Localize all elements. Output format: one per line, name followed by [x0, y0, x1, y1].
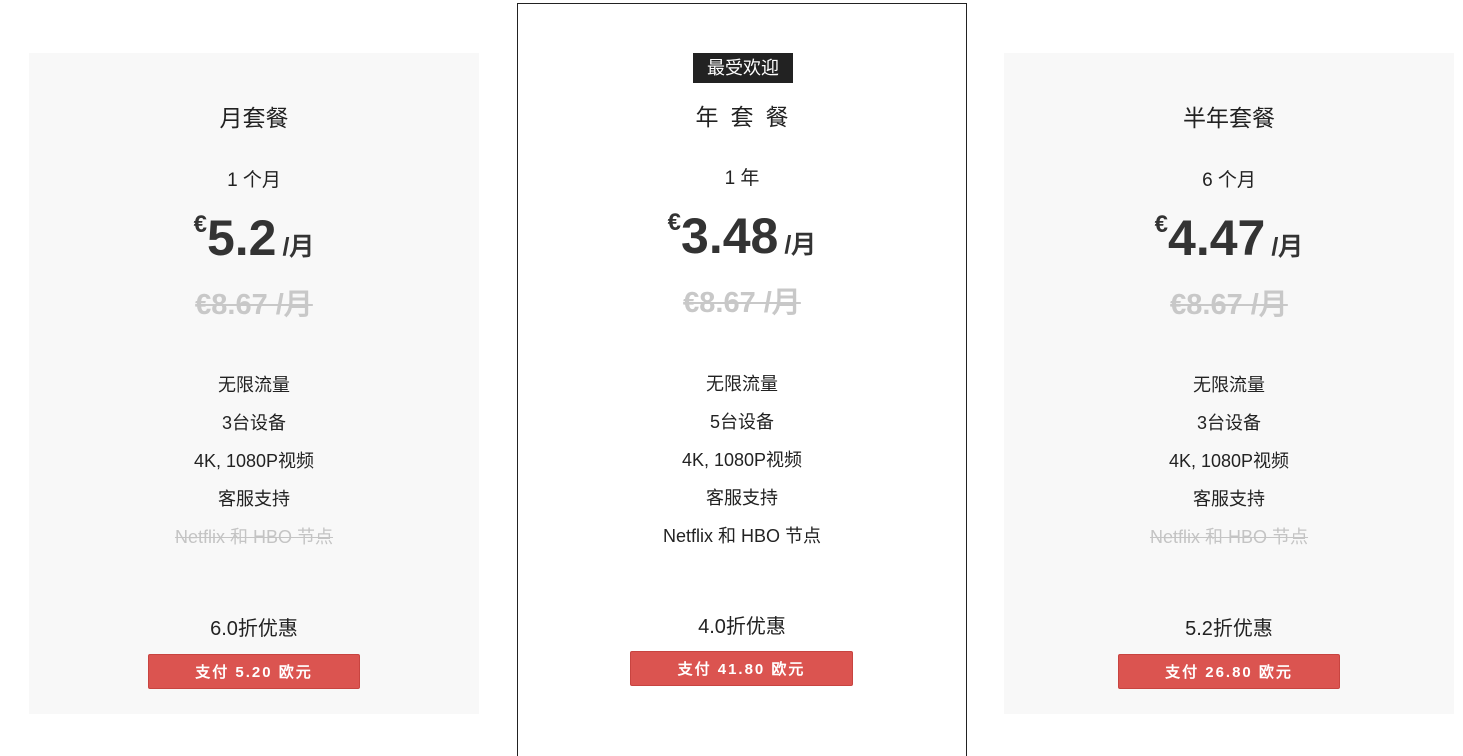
discount-label: 4.0折优惠: [698, 616, 786, 638]
plan-duration: 6 个月: [1202, 170, 1256, 191]
feature-item: 3台设备: [221, 413, 286, 433]
price-period: /月: [1271, 233, 1304, 261]
plan-price: €3.48/月: [518, 207, 966, 265]
feature-item: 3台设备: [1196, 413, 1261, 433]
original-price: €8.67 /月: [195, 289, 313, 321]
feature-list: 无限流量 5台设备 4K, 1080P视频 客服支持 Netflix 和 HBO…: [518, 365, 966, 555]
plan-card-half-year: 半年套餐 6 个月 €4.47/月 €8.67 /月 无限流量 3台设备 4K,…: [1004, 53, 1454, 714]
currency-symbol: €: [1154, 211, 1169, 238]
price-amount: 4.47: [1168, 210, 1266, 266]
original-price: €8.67 /月: [683, 287, 801, 319]
feature-item-unavailable: Netflix 和 HBO 节点: [1149, 527, 1309, 547]
plan-card-monthly: 月套餐 1 个月 €5.2/月 €8.67 /月 无限流量 3台设备 4K, 1…: [29, 53, 479, 714]
plan-card-yearly: 最受欢迎 年套餐 1 年 €3.48/月 €8.67 /月 无限流量 5台设备 …: [517, 3, 967, 756]
feature-item: 4K, 1080P视频: [681, 450, 803, 470]
plan-name: 年套餐: [695, 104, 801, 130]
price-period: /月: [282, 233, 315, 261]
price-amount: 3.48: [681, 208, 779, 264]
currency-symbol: €: [667, 209, 682, 236]
feature-item: 4K, 1080P视频: [1168, 451, 1290, 471]
feature-item: 客服支持: [706, 488, 778, 508]
feature-list: 无限流量 3台设备 4K, 1080P视频 客服支持 Netflix 和 HBO…: [1004, 366, 1454, 556]
plan-duration: 1 个月: [227, 170, 281, 191]
plan-price: €5.2/月: [29, 209, 479, 267]
plan-price: €4.47/月: [1004, 209, 1454, 267]
pay-button[interactable]: 支付 41.80 欧元: [630, 651, 853, 686]
original-price: €8.67 /月: [1170, 289, 1288, 321]
currency-symbol: €: [193, 211, 207, 238]
feature-item: 客服支持: [218, 489, 290, 509]
popular-badge: 最受欢迎: [693, 53, 793, 83]
feature-item: 无限流量: [218, 375, 290, 395]
discount-label: 6.0折优惠: [210, 618, 298, 640]
feature-item: Netflix 和 HBO 节点: [662, 526, 822, 546]
discount-label: 5.2折优惠: [1185, 618, 1273, 640]
feature-item: 无限流量: [706, 374, 778, 394]
plan-name: 月套餐: [219, 105, 289, 131]
pay-button[interactable]: 支付 26.80 欧元: [1118, 654, 1340, 689]
plan-name: 半年套餐: [1183, 105, 1275, 131]
feature-item: 无限流量: [1193, 375, 1265, 395]
price-period: /月: [784, 231, 817, 259]
feature-item: 客服支持: [1193, 489, 1265, 509]
pay-button[interactable]: 支付 5.20 欧元: [148, 654, 360, 689]
feature-item: 4K, 1080P视频: [193, 451, 315, 471]
pricing-section: 月套餐 1 个月 €5.2/月 €8.67 /月 无限流量 3台设备 4K, 1…: [0, 0, 1463, 756]
feature-item: 5台设备: [709, 412, 774, 432]
feature-item-unavailable: Netflix 和 HBO 节点: [174, 527, 334, 547]
feature-list: 无限流量 3台设备 4K, 1080P视频 客服支持 Netflix 和 HBO…: [29, 366, 479, 556]
price-amount: 5.2: [206, 210, 277, 266]
plan-duration: 1 年: [724, 168, 760, 189]
